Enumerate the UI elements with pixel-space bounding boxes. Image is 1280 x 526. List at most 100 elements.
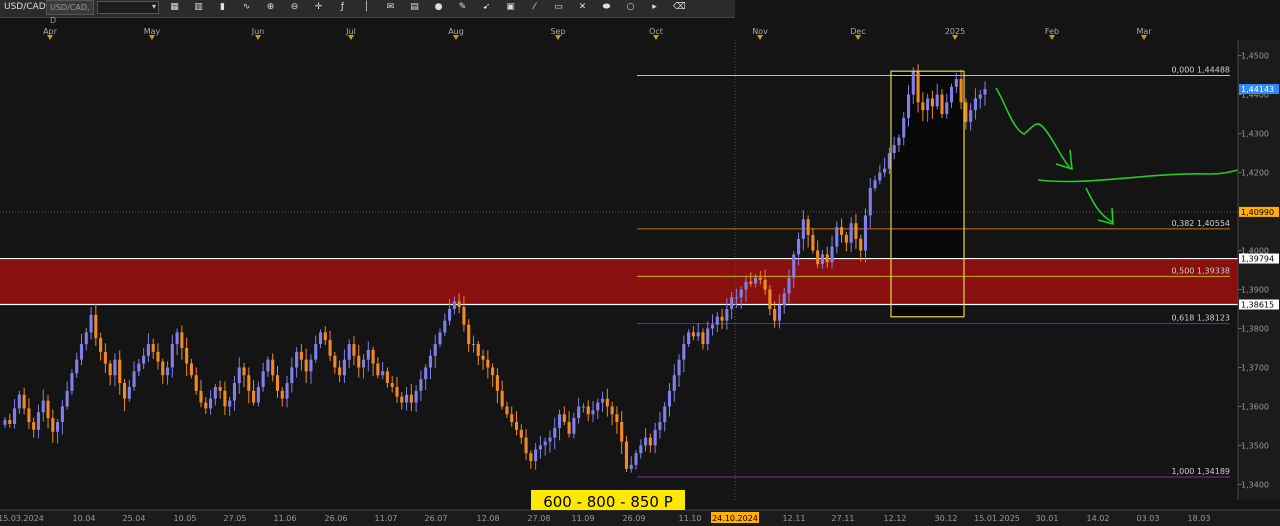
candle-body [46, 400, 50, 419]
candle-body [56, 422, 60, 432]
candle-body [271, 359, 275, 376]
candle-body [911, 71, 915, 95]
candle-body [409, 394, 413, 403]
date-tick-label: 24.10.2024 [712, 514, 758, 523]
candle-body [816, 250, 820, 265]
candle-body [366, 349, 370, 360]
candle-body [940, 94, 944, 115]
chart-canvas[interactable]: 0,000 1,44488 0,382 1,40554 0,500 1,39338 0… [0, 0, 1280, 526]
candle-body [122, 383, 127, 399]
candle-body [22, 394, 26, 409]
candle-body [749, 281, 753, 284]
candle-body [146, 344, 150, 356]
candle-body [376, 363, 380, 376]
candle-body [902, 117, 906, 138]
candle-body [328, 340, 332, 356]
candle-body [304, 359, 308, 372]
candle-body [945, 102, 949, 115]
candle-body [213, 386, 217, 399]
candle-body [295, 351, 299, 368]
candle-body [194, 375, 198, 391]
candle-body [151, 344, 155, 352]
candle-body [758, 277, 762, 280]
candle-body [734, 297, 738, 299]
candle-body [620, 422, 624, 442]
candle-body [596, 402, 600, 411]
fib-level-label: 0,500 1,39338 [1171, 266, 1230, 275]
candle-body [252, 390, 256, 403]
candle-body [400, 396, 404, 403]
candle-body [892, 145, 896, 154]
candle-body [132, 371, 136, 387]
candle-body [897, 137, 901, 146]
candle-body [854, 223, 858, 239]
candle-body [491, 367, 495, 376]
candle-body [667, 390, 672, 407]
candle-body [677, 359, 681, 376]
candle-body [60, 406, 64, 423]
candle-body [452, 301, 456, 309]
date-tick-label: 10.04 [73, 514, 96, 523]
date-tick-label: 27.11 [832, 514, 855, 523]
candle-body [577, 406, 581, 419]
resistance-zone [0, 258, 1238, 305]
candle-body [256, 386, 260, 403]
candle-body [820, 254, 825, 265]
candle-body [682, 344, 686, 360]
candle-body [261, 371, 265, 387]
candle-body [314, 344, 318, 360]
candle-body [658, 422, 662, 430]
candle-body [725, 308, 729, 321]
candle-body [108, 363, 112, 376]
candle-body [51, 418, 55, 432]
candle-body [428, 355, 433, 368]
candle-body [572, 418, 576, 434]
candle-body [696, 332, 700, 337]
date-tick-label: 26.09 [623, 514, 646, 523]
candle-body [797, 238, 801, 255]
candle-body [849, 223, 853, 243]
candle-body [381, 371, 385, 376]
candle-body [519, 429, 523, 438]
candle-body [543, 441, 547, 446]
price-badge-label: 1,39794 [1241, 255, 1274, 264]
candle-body [390, 383, 394, 387]
price-tick-label: 1,3600 [1241, 402, 1269, 411]
candle-body [457, 301, 461, 308]
candle-body [505, 406, 509, 415]
candle-body [844, 234, 848, 243]
candle-body [873, 180, 877, 189]
candle-body [371, 349, 375, 364]
candle-body [959, 78, 963, 103]
candle-body [218, 386, 222, 391]
candle-body [825, 254, 829, 263]
candle-body [782, 293, 786, 306]
candle-body [285, 383, 289, 399]
candle-body [634, 453, 638, 465]
price-badge-label: 1,44143 [1241, 85, 1274, 94]
candle-body [868, 188, 872, 216]
candle-body [70, 373, 74, 391]
date-tick-label: 26.07 [425, 514, 448, 523]
date-tick-label: 30.12 [935, 514, 958, 523]
candle-body [385, 371, 389, 384]
candle-body [462, 307, 466, 325]
candle-body [433, 344, 437, 356]
candle-body [949, 86, 954, 103]
candle-body [581, 406, 585, 408]
candle-body [32, 422, 36, 430]
candle-body [935, 94, 939, 107]
candle-body [495, 375, 499, 391]
candle-body [170, 344, 174, 368]
candle-body [438, 332, 442, 345]
candle-body [663, 406, 667, 423]
candle-body [500, 390, 504, 407]
candle-body [567, 422, 571, 434]
candle-body [189, 363, 193, 376]
candle-body [624, 441, 629, 469]
date-tick-label: 27.05 [224, 514, 247, 523]
candle-body [687, 332, 691, 345]
candle-body [199, 390, 203, 403]
candle-body [471, 344, 476, 346]
candle-body [983, 89, 987, 95]
